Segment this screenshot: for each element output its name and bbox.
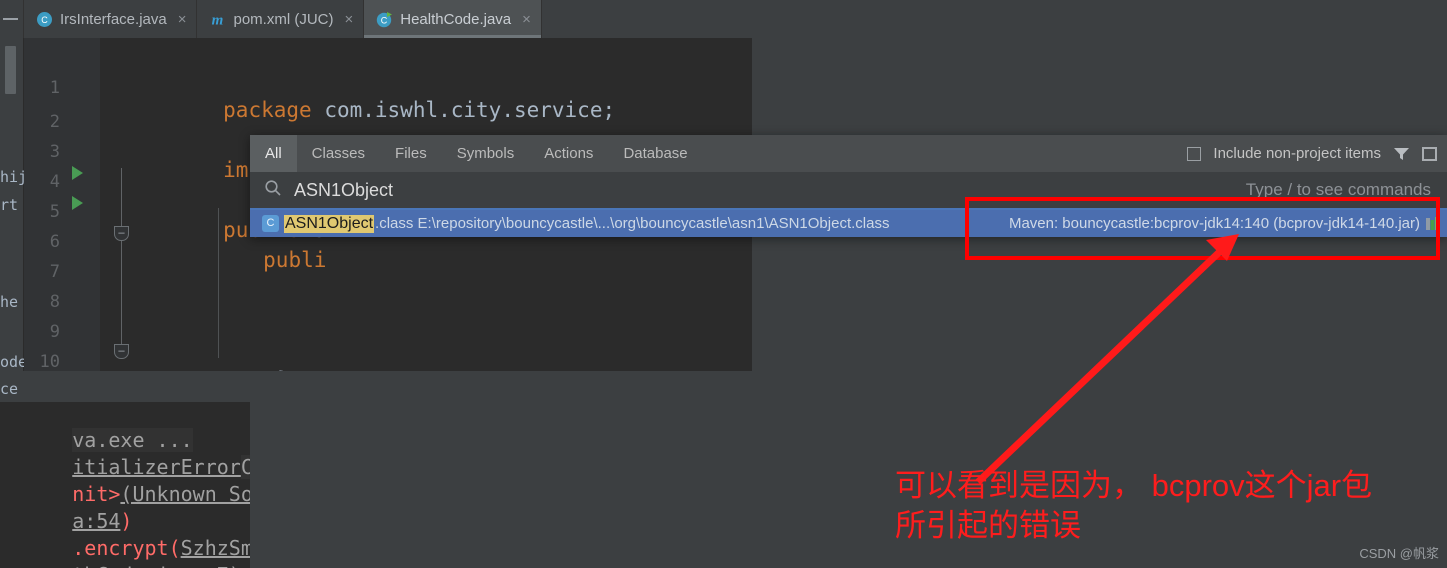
annotation-note: 可以看到是因为， bcprov这个jar包 所引起的错误 [895, 466, 1445, 546]
ide-window: C IrsInterface.java × m pom.xml (JUC) × … [0, 0, 1447, 568]
annotation-note-line1: 可以看到是因为， bcprov这个jar包 [895, 468, 1373, 503]
csdn-watermark: CSDN @帆浆 [1359, 546, 1439, 561]
annotation-note-line2: 所引起的错误 [895, 508, 1081, 543]
